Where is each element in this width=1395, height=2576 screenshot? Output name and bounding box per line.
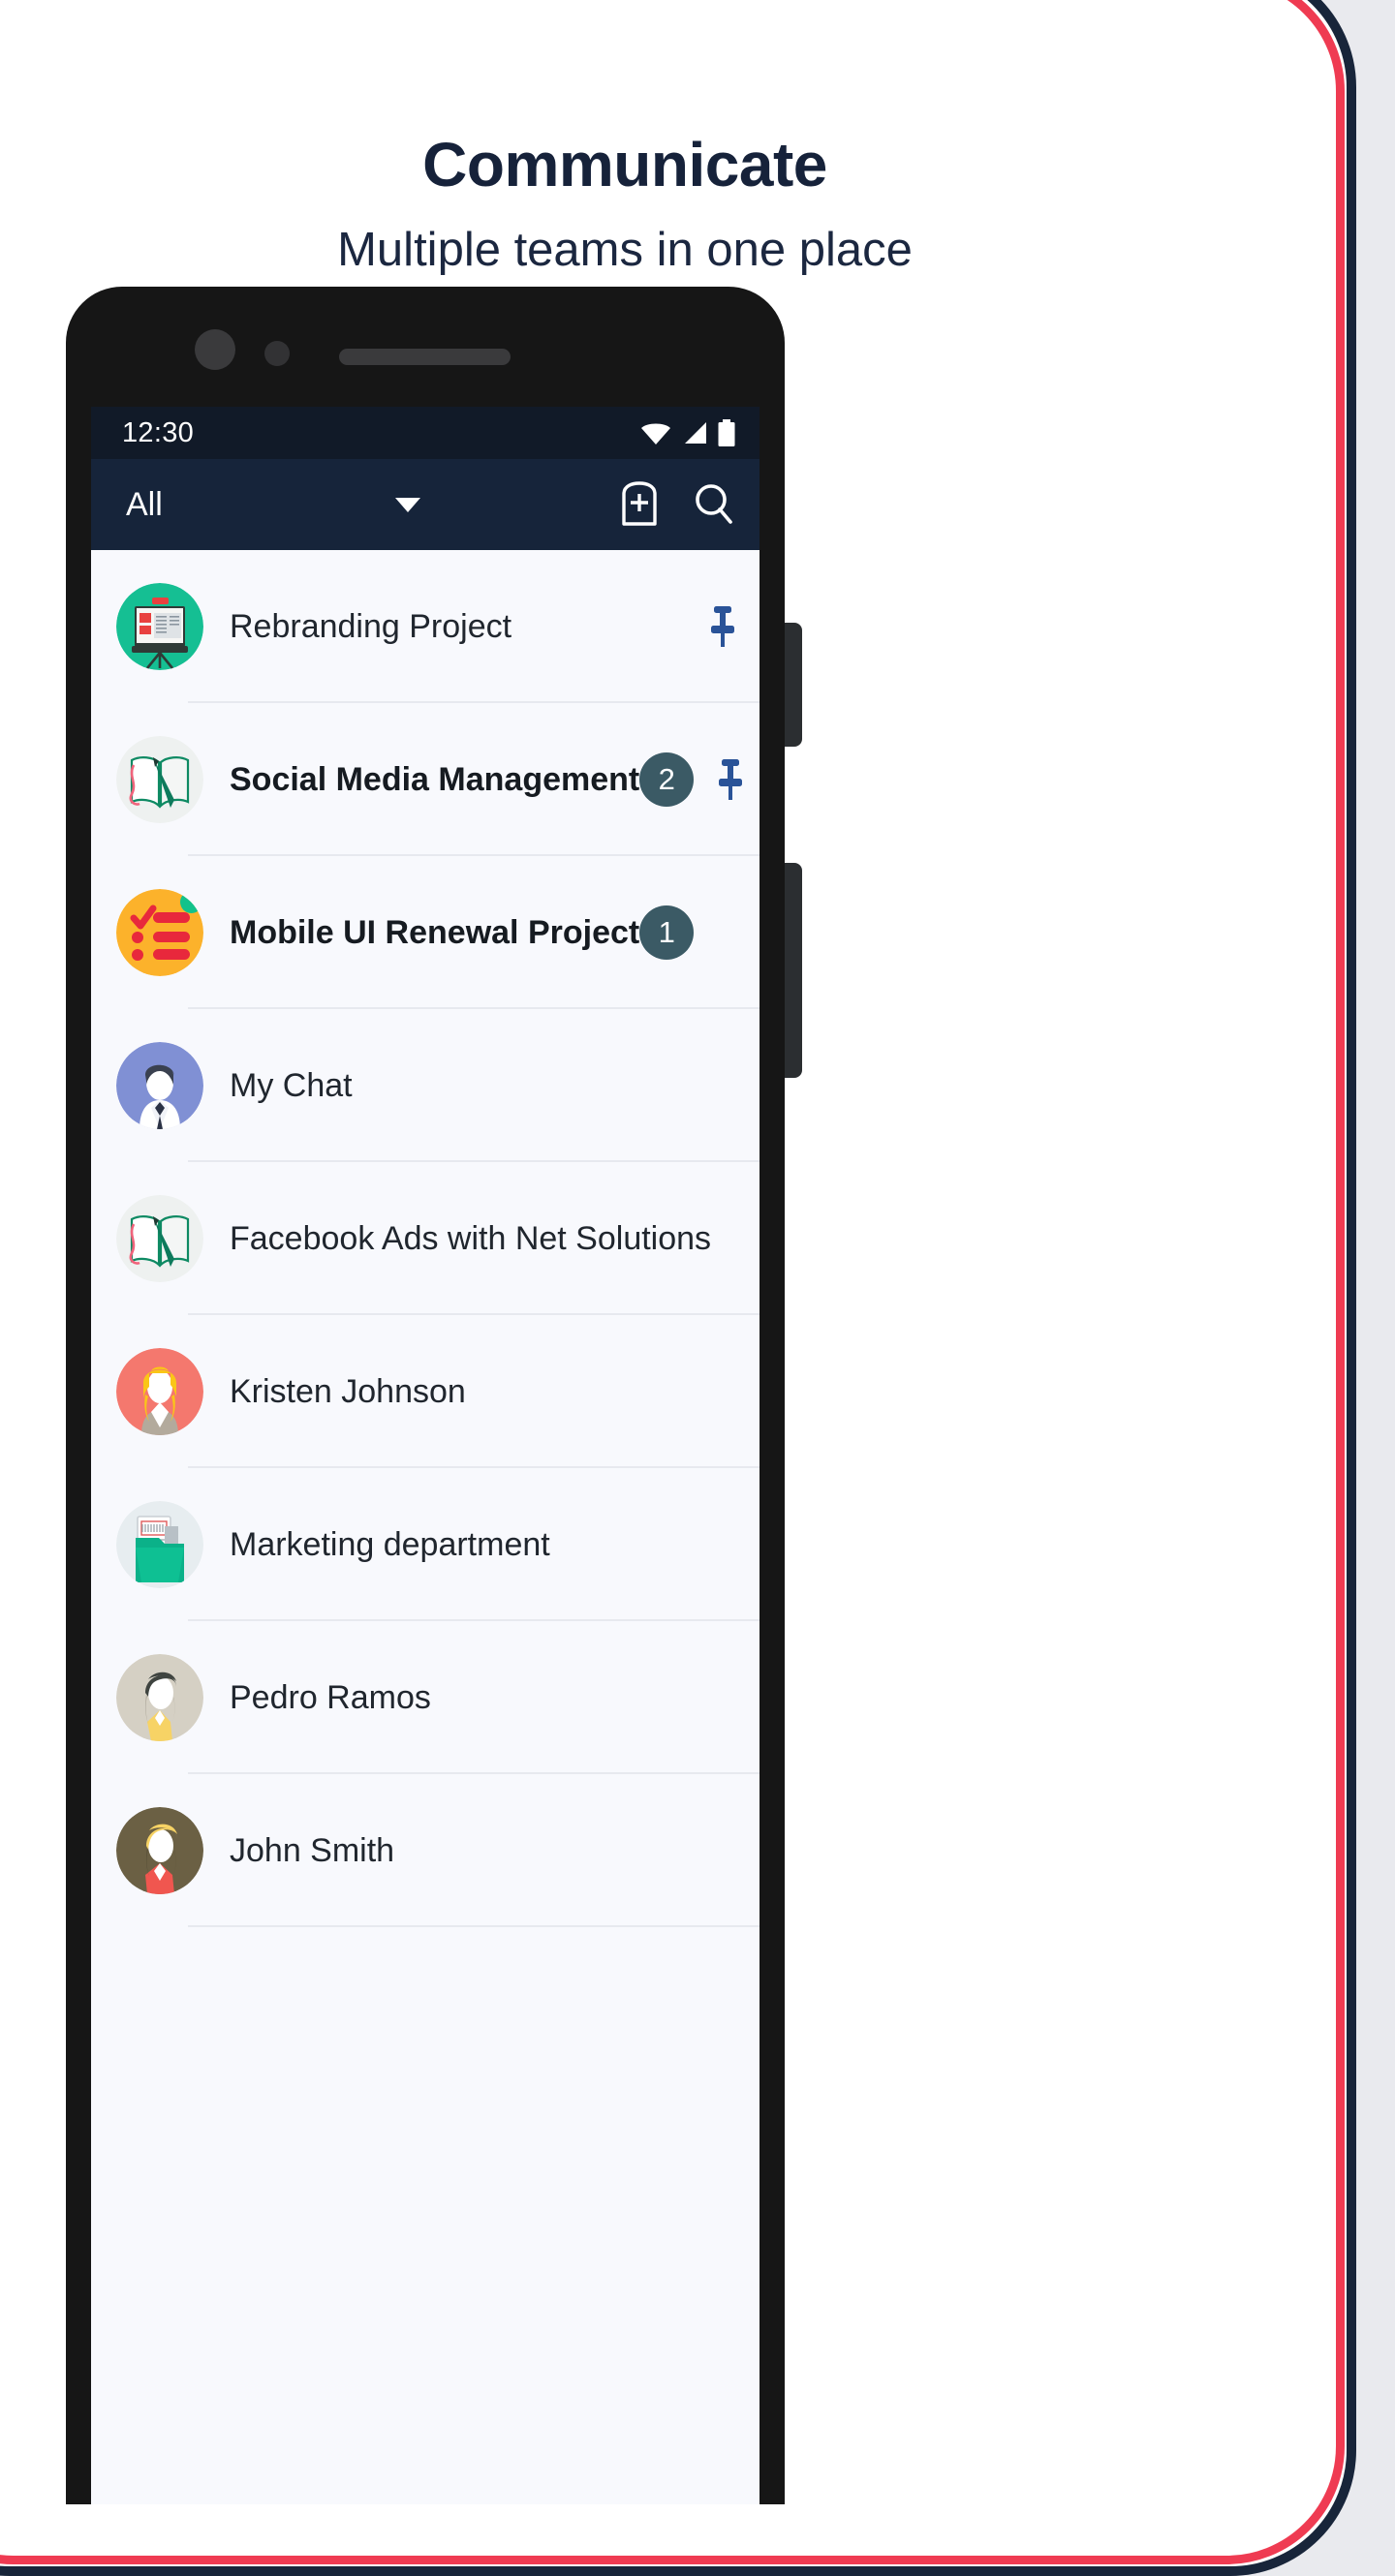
list-item[interactable]: Rebranding Project [91,550,760,703]
blonde-woman-avatar [116,1348,203,1435]
list-item[interactable]: Kristen Johnson [91,1315,760,1468]
list-item-label: Rebranding Project [230,607,512,645]
status-bar-clock: 12:30 [122,416,195,448]
phone-top-bezel [66,287,785,407]
open-book-pen-avatar [116,1195,203,1282]
cellular-signal-icon [681,420,708,445]
speaker-grille-icon [339,349,511,365]
list-item-label: Facebook Ads with Net Solutions [230,1219,712,1257]
sensor-icon [264,341,290,366]
chat-list: Rebranding Project Social Media Manageme… [91,550,760,1927]
app-bar-actions [618,481,734,528]
app-bar: All [91,459,760,550]
phone-screen: 12:30 All Rebranding Project Social Medi… [91,407,760,2504]
new-chat-icon[interactable] [618,481,661,528]
wifi-icon [639,420,672,445]
list-item-label: Mobile UI Renewal Project [230,913,640,951]
page-title: Communicate [422,130,827,199]
list-item-label: Marketing department [230,1525,550,1563]
list-item-meta [707,604,760,649]
row-divider [188,1925,760,1927]
list-item-label: John Smith [230,1831,395,1869]
blonde-man-red-shirt-avatar [116,1807,203,1894]
page-subtitle: Multiple teams in one place [337,224,913,276]
unread-badge: 1 [639,905,695,960]
dark-hair-man-avatar [116,1654,203,1741]
open-book-pen-avatar [116,736,203,823]
checklist-avatar [116,889,203,976]
search-icon[interactable] [692,481,734,528]
status-bar: 12:30 [91,407,760,459]
list-item[interactable]: My Chat [91,1009,760,1162]
list-item-label: Social Media Management [230,760,640,798]
list-item-label: Kristen Johnson [230,1372,466,1410]
phone-mockup: 12:30 All Rebranding Project Social Medi… [66,287,802,2504]
pin-placeholder [715,910,746,955]
list-item[interactable]: Marketing department [91,1468,760,1621]
chat-filter-label[interactable]: All [126,486,163,524]
battery-icon [717,419,736,446]
pin-icon[interactable] [707,604,738,649]
front-camera-icon [195,329,235,370]
volume-button[interactable] [785,623,802,747]
man-suit-avatar [116,1042,203,1129]
list-item[interactable]: Social Media Management 2 [91,703,760,856]
online-status-dot [180,891,202,913]
status-bar-icons [639,419,736,446]
unread-badge: 2 [639,752,695,807]
list-item-label: Pedro Ramos [230,1678,431,1716]
list-item[interactable]: John Smith [91,1774,760,1927]
folder-documents-avatar [116,1501,203,1588]
list-item[interactable]: Pedro Ramos [91,1621,760,1774]
list-item-meta: 1 [639,905,760,960]
list-item[interactable]: Mobile UI Renewal Project 1 [91,856,760,1009]
presentation-board-avatar [116,583,203,670]
power-button[interactable] [785,863,802,1078]
chevron-down-icon[interactable] [394,497,420,512]
list-item-meta: 2 [639,752,760,807]
list-item[interactable]: Facebook Ads with Net Solutions [91,1162,760,1315]
pin-icon[interactable] [715,757,746,802]
promo-text-block: Communicate Multiple teams in one place [0,134,1250,277]
list-item-label: My Chat [230,1066,353,1104]
